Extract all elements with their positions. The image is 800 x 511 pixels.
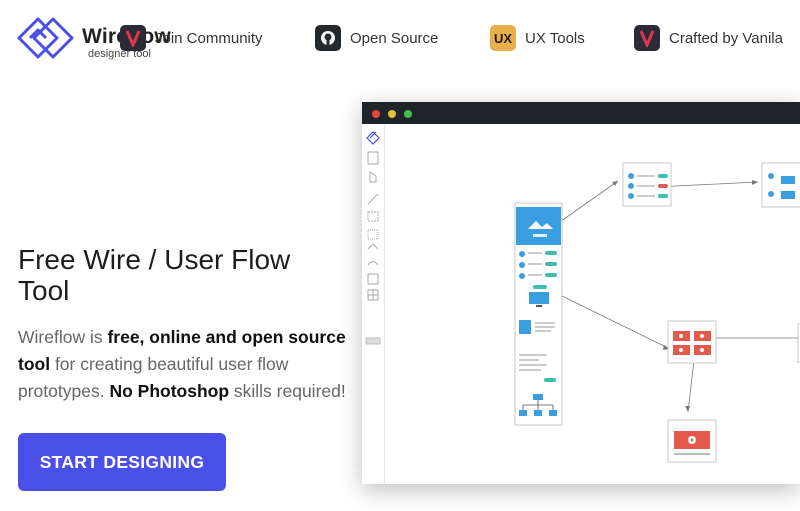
desc-bold: No Photoshop <box>109 381 230 401</box>
window-titlebar <box>362 102 800 124</box>
minimize-dot-icon <box>388 110 396 118</box>
tool-icons <box>365 131 381 345</box>
nav-label: Join Community <box>155 29 263 47</box>
screen-left-column <box>514 202 563 426</box>
nav-open-source[interactable]: Open Source <box>315 24 438 52</box>
github-icon <box>315 25 341 51</box>
hero-description: Wireflow is free, online and open source… <box>18 324 348 405</box>
wireflow-logo-icon <box>17 17 74 59</box>
desc-text: skills required! <box>229 381 346 401</box>
vanila-icon <box>634 25 660 51</box>
maximize-dot-icon <box>404 110 412 118</box>
nav-crafted-by-vanila[interactable]: Crafted by Vanila <box>634 24 783 52</box>
nav-label: Open Source <box>350 29 439 47</box>
desc-text: Wireflow is <box>18 327 108 347</box>
ux-tools-icon: UX <box>490 25 516 51</box>
screen-top-middle <box>622 162 672 207</box>
start-designing-button[interactable]: START DESIGNING <box>18 433 226 491</box>
top-navigation: Wireflow designer tool Join Community Op… <box>0 0 800 76</box>
vanila-icon <box>120 25 146 51</box>
tool-sidebar <box>362 124 385 484</box>
nav-join-community[interactable]: Join Community <box>120 24 263 52</box>
screen-middle-red <box>667 320 717 364</box>
nav-label: Crafted by Vanila <box>669 29 783 47</box>
nav-label: UX Tools <box>525 29 585 47</box>
hero-title: Free Wire / User Flow Tool <box>18 244 291 306</box>
close-dot-icon <box>372 110 380 118</box>
screen-bottom-video <box>667 419 717 463</box>
flow-canvas <box>514 162 800 463</box>
nav-ux-tools[interactable]: UX UX Tools <box>490 24 585 52</box>
app-preview-window <box>362 102 800 484</box>
screen-top-right <box>761 162 800 208</box>
